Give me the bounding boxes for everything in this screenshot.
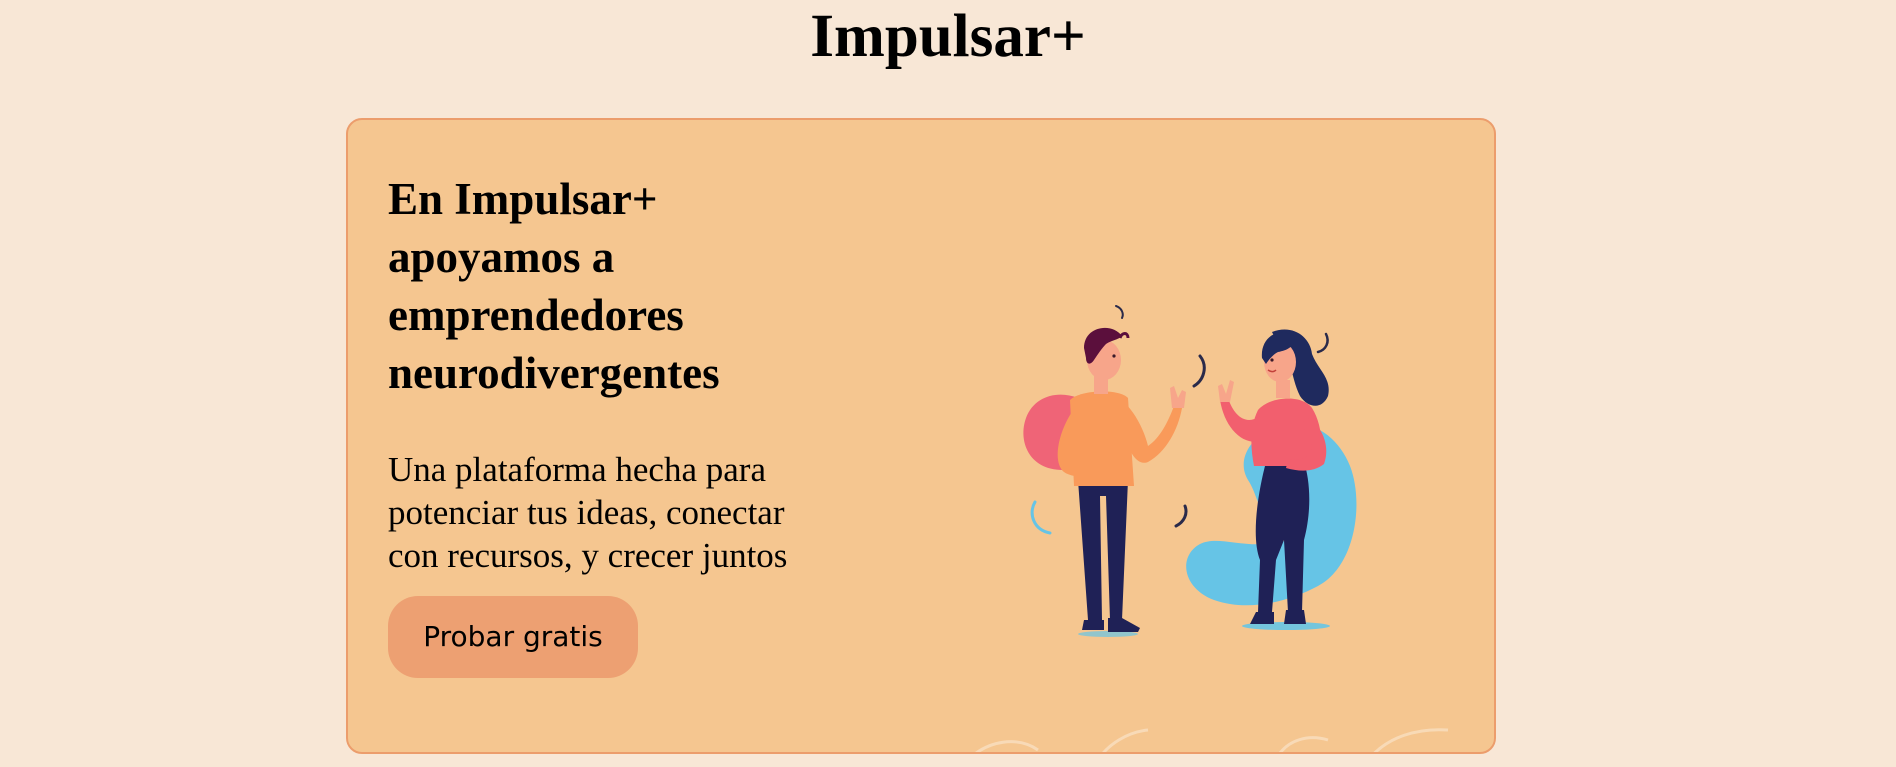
two-people-talking-illustration (1023, 305, 1357, 637)
hero-heading: En Impulsar+ apoyamos a emprendedores ne… (388, 174, 720, 398)
speech-arc-decoration (1174, 504, 1188, 528)
speech-arc-decoration (1115, 305, 1124, 319)
hero-description: Una plataforma hecha para potenciar tus … (388, 450, 788, 575)
speech-arc-decoration (1316, 332, 1329, 354)
watermark-decoration (975, 728, 1449, 752)
speech-arc-decoration (1030, 500, 1052, 535)
site-title: Impulsar+ (810, 3, 1086, 70)
speech-arc-decoration (1192, 354, 1206, 388)
man-figure (1057, 327, 1186, 637)
try-free-button[interactable]: Probar gratis (388, 596, 638, 678)
hero-card: En Impulsar+ apoyamos a emprendedores ne… (346, 118, 1496, 754)
